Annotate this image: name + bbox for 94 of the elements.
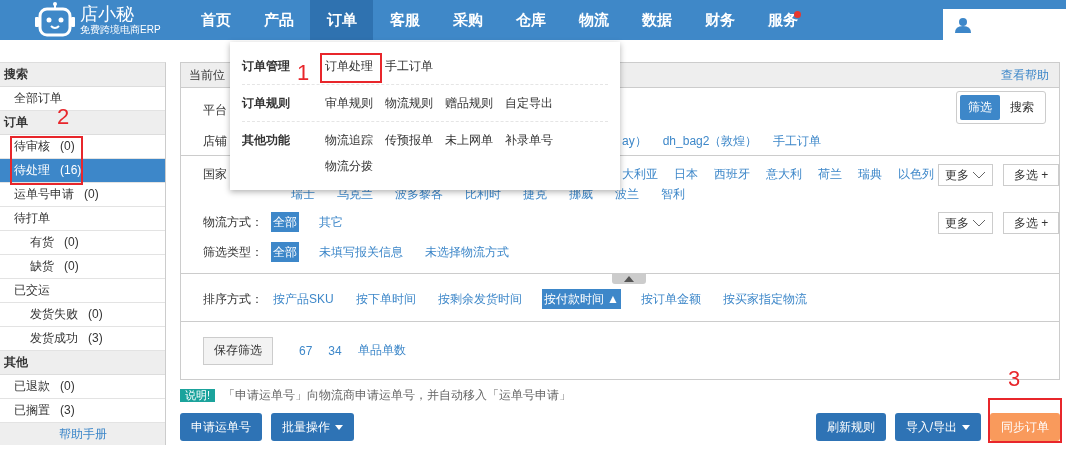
filter-option[interactable]: dh_bag2（敦煌） — [660, 130, 760, 151]
logo-tagline: 免费跨境电商ERP — [80, 24, 161, 36]
menu-section-title: 订单规则 — [242, 95, 290, 112]
filter-option[interactable]: 波兰 — [613, 184, 641, 204]
sidebar-item[interactable]: 缺货 (0) — [0, 255, 165, 279]
help-link[interactable]: 查看帮助 — [1001, 66, 1049, 84]
save-filter-button[interactable]: 保存筛选 — [203, 336, 273, 365]
sidebar-heading: 搜索 — [0, 63, 165, 87]
caret-up-icon — [624, 275, 634, 282]
nav-tab[interactable]: 客服 — [373, 0, 436, 40]
sort-option[interactable]: 按付款时间 ▲ — [541, 289, 621, 309]
help-manual-link[interactable]: 帮助手册 — [58, 427, 107, 441]
sort-option[interactable]: 按下单时间 — [353, 289, 418, 309]
filter-option[interactable]: 全部 — [271, 242, 299, 262]
menu-item[interactable]: 物流追踪 — [325, 130, 385, 150]
annotation-number: 3 — [1008, 366, 1021, 392]
action-button[interactable]: 申请运单号 — [180, 413, 262, 441]
saved-filter-link[interactable]: 34 — [328, 343, 342, 358]
sidebar-item[interactable]: 待处理 (16) — [0, 159, 165, 183]
sort-option[interactable]: 按剩余发货时间 — [435, 289, 524, 309]
sidebar-item[interactable]: 运单号申请 (0) — [0, 183, 165, 207]
filter-label: 物流方式： — [203, 215, 263, 229]
action-button[interactable]: 刷新规则 — [815, 413, 886, 441]
sidebar-item[interactable]: 发货失败 (0) — [0, 303, 165, 327]
user-area[interactable] — [943, 9, 1066, 40]
menu-item[interactable]: 传预报单 — [385, 130, 445, 150]
note-badge: 说明! — [180, 388, 216, 402]
menu-item[interactable]: 订单处理 — [325, 56, 385, 76]
nav-tab[interactable]: 采购 — [436, 0, 499, 40]
nav-tab[interactable]: 仓库 — [499, 0, 562, 40]
sort-option[interactable]: 按买家指定物流 — [720, 289, 809, 309]
filter-option[interactable]: 荷兰 — [816, 164, 844, 184]
annotation-number: 1 — [297, 60, 310, 86]
filter-label: 店铺 — [203, 133, 227, 148]
sidebar-item[interactable]: 已退款 (0) — [0, 375, 165, 399]
nav-tab[interactable]: 产品 — [247, 0, 310, 40]
nav-tab[interactable]: 服务 — [751, 0, 814, 40]
menu-section-title: 其他功能 — [242, 132, 290, 149]
nav-tab[interactable]: 物流 — [562, 0, 625, 40]
annotation-box — [320, 53, 382, 83]
saved-filter-link[interactable]: 单品单数 — [357, 342, 406, 359]
filter-option[interactable]: 大利亚 — [620, 164, 660, 184]
saved-filter-link[interactable]: 67 — [299, 343, 313, 358]
filter-label: 排序方式： — [203, 292, 263, 306]
breadcrumb: 当前位 — [189, 66, 225, 84]
nav-tab[interactable]: 首页 — [184, 0, 247, 40]
menu-item[interactable]: 手工订单 — [385, 56, 445, 76]
sidebar-item[interactable]: 已交运 — [0, 279, 165, 303]
filter-option[interactable]: ay） — [620, 130, 649, 151]
sort-option[interactable]: 按订单金额 — [638, 289, 703, 309]
menu-item[interactable]: 未上网单 — [445, 130, 505, 150]
filter-option[interactable]: 未选择物流方式 — [423, 242, 511, 262]
filter-label: 筛选类型： — [203, 245, 263, 259]
menu-item[interactable]: 审单规则 — [325, 93, 385, 113]
menu-item[interactable]: 自定导出 — [505, 93, 565, 113]
chevron-down-icon — [972, 171, 986, 179]
menu-section-title: 订单管理 — [242, 58, 290, 75]
menu-item[interactable]: 补录单号 — [505, 130, 565, 150]
action-button[interactable]: 同步订单 — [990, 413, 1060, 441]
multi-select-button[interactable]: 多选 + — [1003, 212, 1059, 234]
sidebar-item[interactable]: 有货 (0) — [0, 231, 165, 255]
filter-option[interactable]: 意大利 — [764, 164, 804, 184]
sidebar-heading: 其他 — [0, 351, 165, 375]
filter-option[interactable]: 西班牙 — [712, 164, 752, 184]
action-button[interactable]: 导入/导出 — [894, 413, 981, 441]
menu-item[interactable]: 物流规则 — [385, 93, 445, 113]
filter-option[interactable]: 未填写报关信息 — [317, 242, 405, 262]
user-icon — [955, 16, 971, 33]
filter-option[interactable]: 手工订单 — [771, 130, 824, 151]
filter-label: 平台 — [203, 102, 227, 117]
nav-tab[interactable]: 数据 — [625, 0, 688, 40]
sidebar-item[interactable]: 待打单 — [0, 207, 165, 231]
filter-option[interactable]: 其它 — [317, 212, 345, 232]
collapse-tab[interactable] — [612, 273, 646, 284]
chevron-down-icon — [972, 219, 986, 227]
note-text: 「申请运单号」向物流商申请运单号，并自动移入「运单号申请」 — [223, 386, 572, 404]
filter-label: 国家 — [203, 167, 227, 181]
menu-item[interactable]: 物流分拨 — [325, 156, 385, 176]
more-button[interactable]: 更多 — [938, 212, 993, 234]
menu-item[interactable]: 赠品规则 — [445, 93, 505, 113]
logo-name: 店小秘 — [80, 4, 135, 24]
filter-option[interactable]: 全部 — [271, 212, 299, 232]
view-tab[interactable]: 筛选 — [960, 95, 1000, 120]
sort-option[interactable]: 按产品SKU — [271, 289, 336, 309]
filter-option[interactable]: 日本 — [672, 164, 700, 184]
action-button[interactable]: 批量操作 — [271, 413, 354, 441]
nav-tab[interactable]: 财务 — [688, 0, 751, 40]
more-button[interactable]: 更多 — [938, 164, 993, 186]
filter-option[interactable]: 智利 — [659, 184, 687, 204]
nav-tab[interactable]: 订单 — [310, 0, 373, 40]
robot-logo-icon — [34, 2, 76, 38]
filter-option[interactable]: 瑞典 — [856, 164, 884, 184]
filter-option[interactable]: 以色列 — [896, 164, 936, 184]
multi-select-button[interactable]: 多选 + — [1003, 164, 1059, 186]
